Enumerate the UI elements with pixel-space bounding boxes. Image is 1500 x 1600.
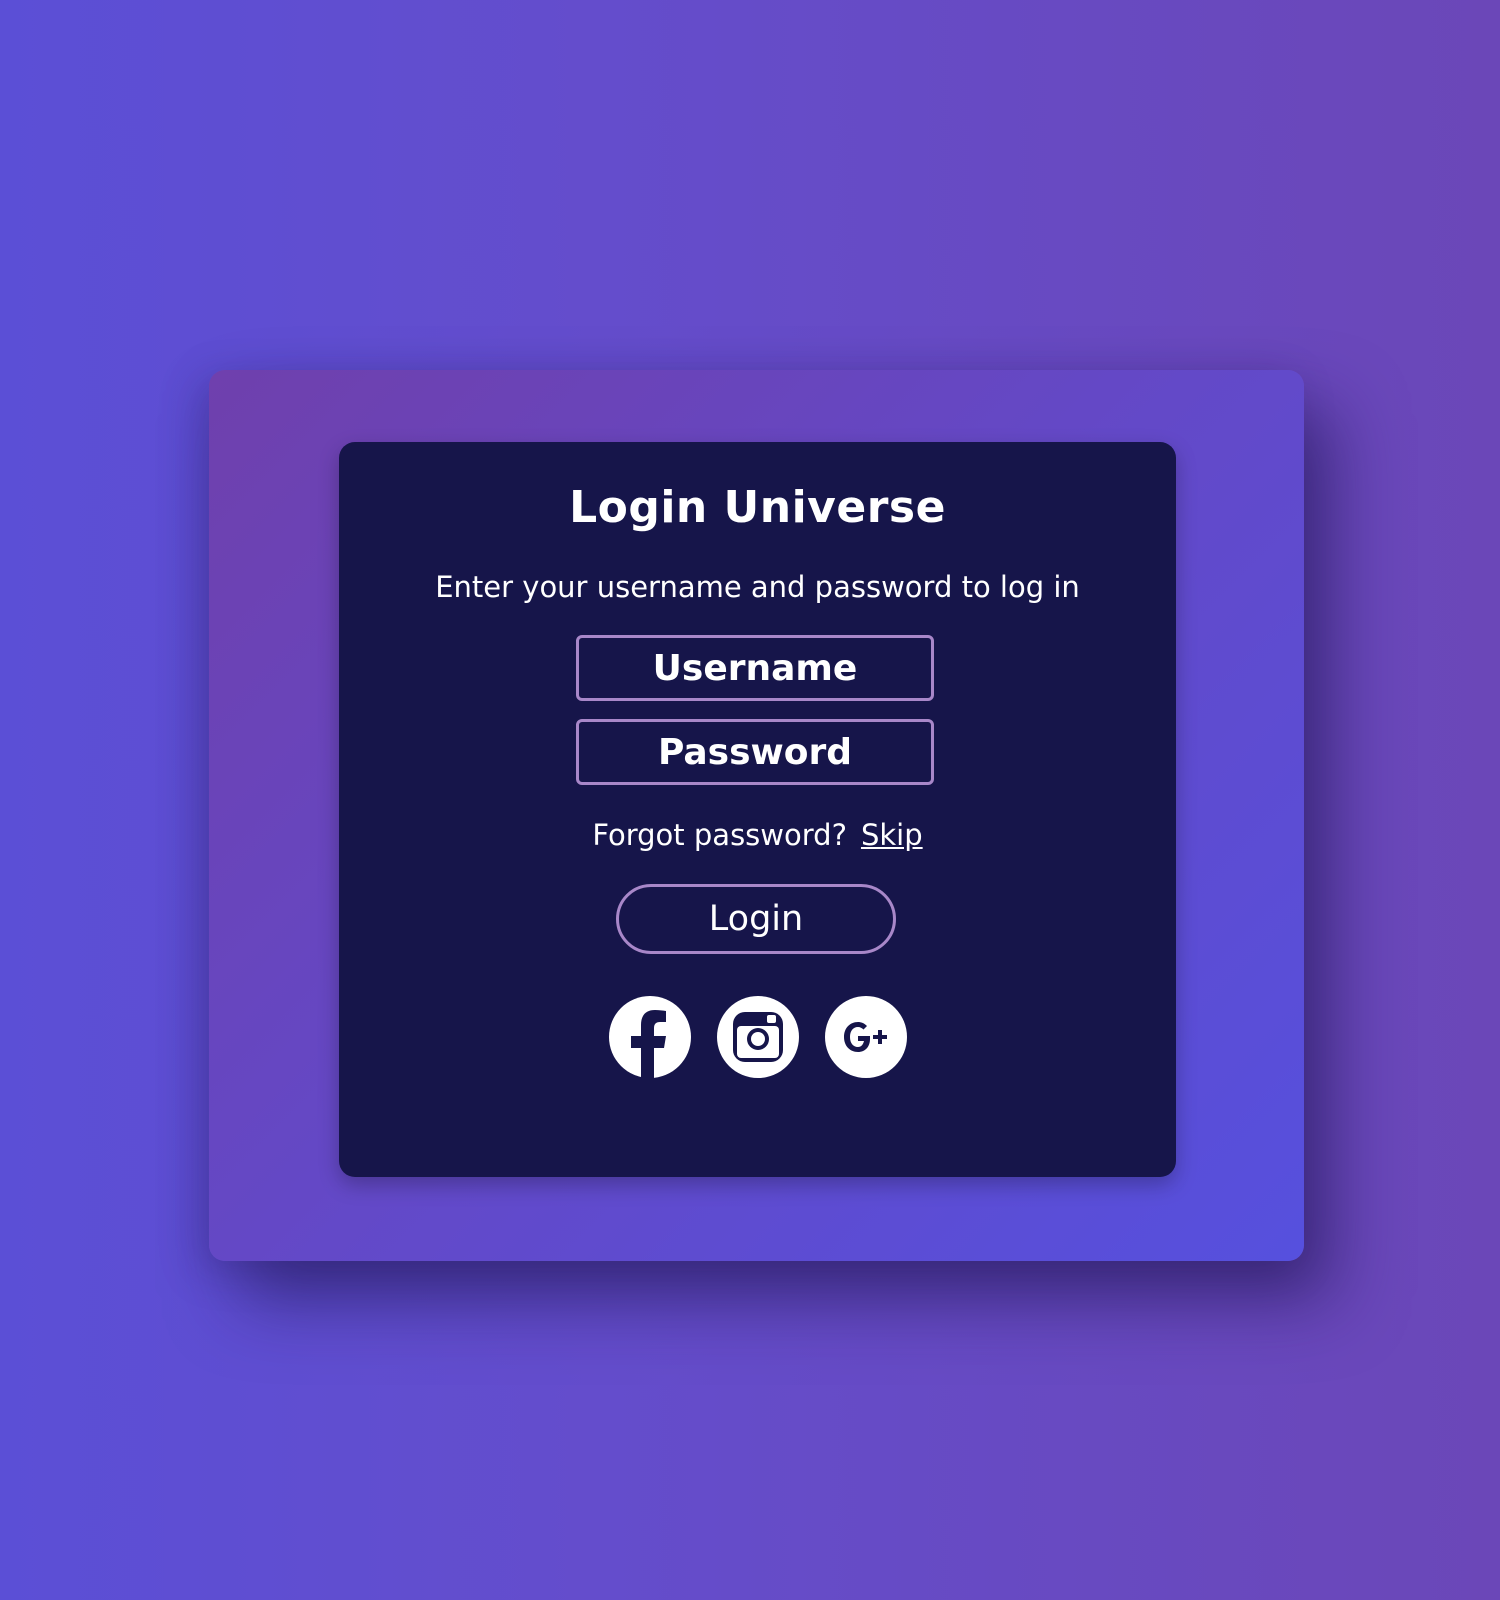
google-plus-icon[interactable] [824,996,907,1078]
login-instructions: Enter your username and password to log … [435,570,1080,604]
page-title: Login Universe [569,482,946,533]
password-input[interactable] [576,719,934,785]
outer-card: Login Universe Enter your username and p… [209,370,1304,1261]
username-input[interactable] [576,635,934,701]
login-card: Login Universe Enter your username and p… [339,442,1176,1177]
facebook-icon[interactable] [608,996,691,1078]
skip-link[interactable]: Skip [861,818,923,852]
instagram-icon[interactable] [716,996,799,1078]
login-button[interactable]: Login [616,884,896,954]
social-login-row [339,996,1176,1078]
forgot-password-text: Forgot password? [592,818,847,852]
forgot-password-row: Forgot password? Skip [339,818,1176,852]
